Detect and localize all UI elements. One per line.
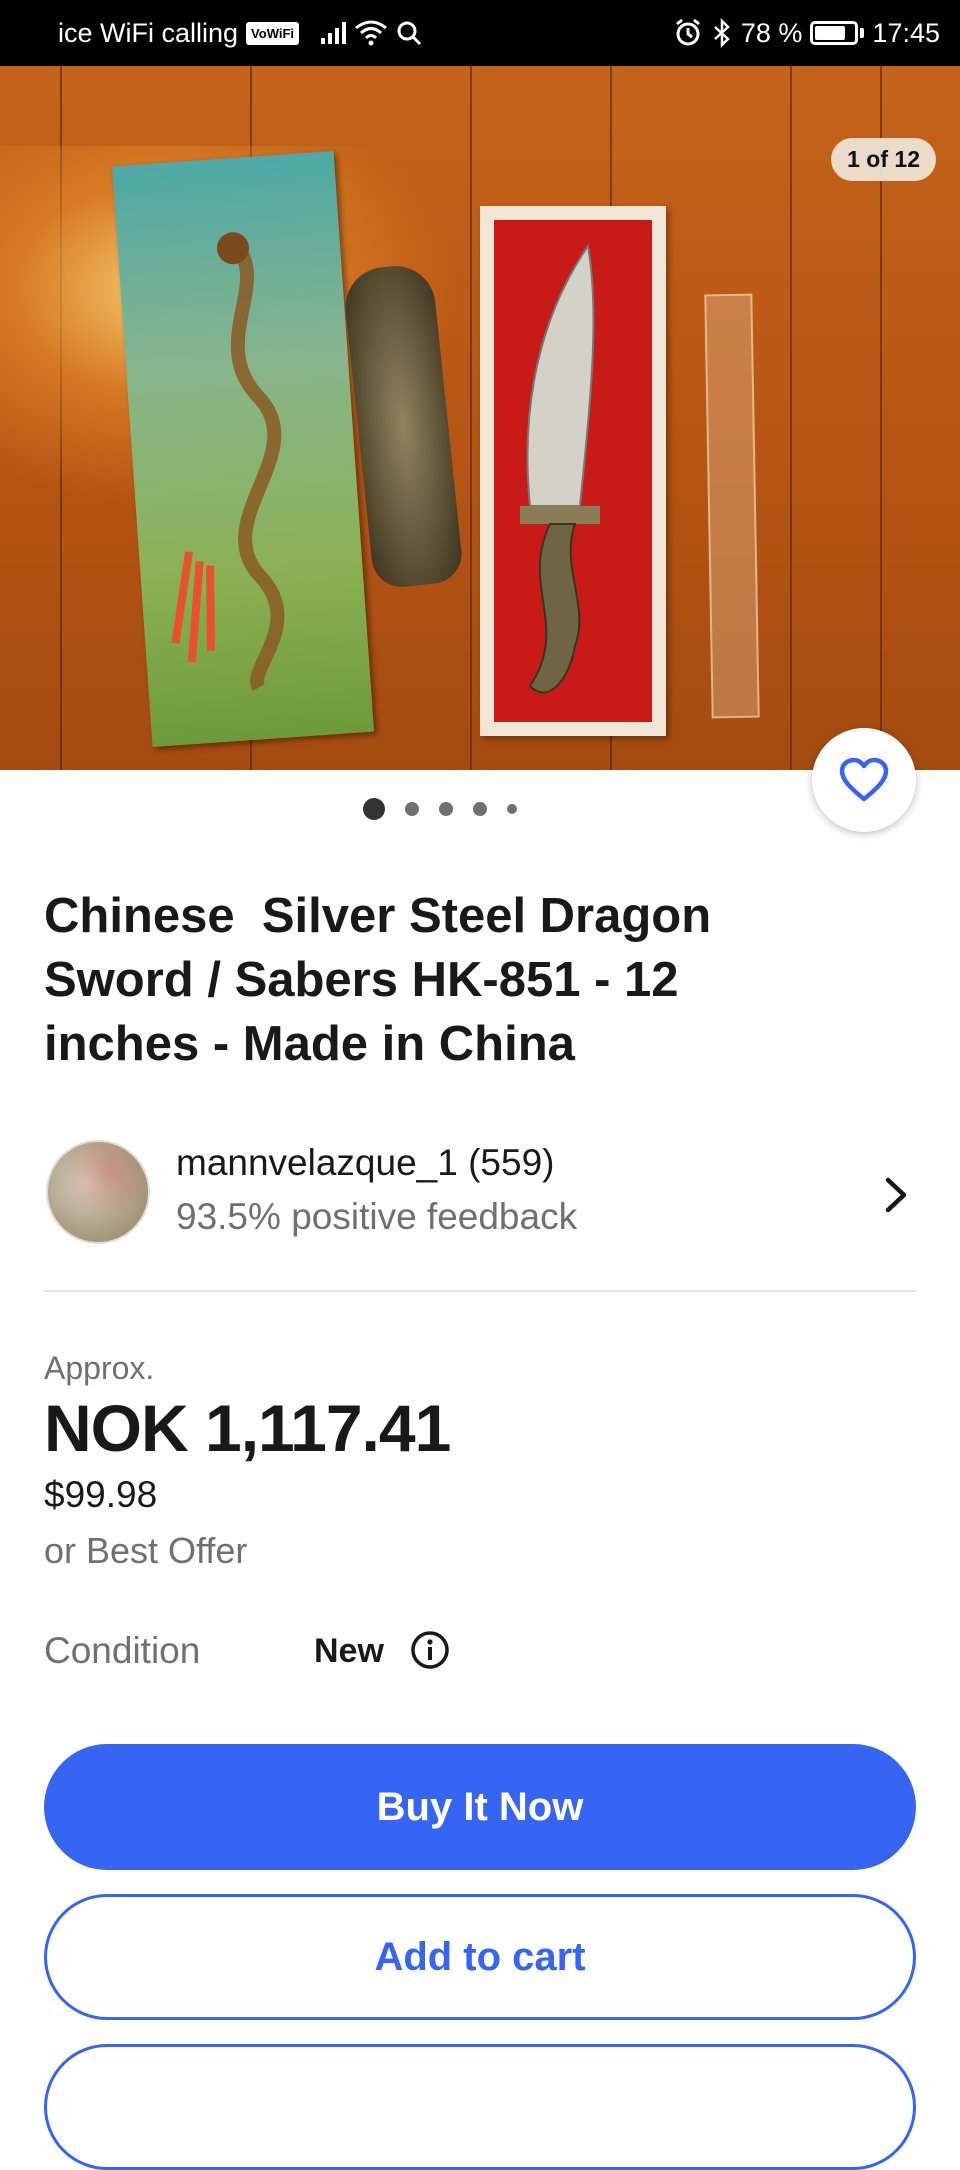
image-counter: 1 of 12 xyxy=(831,138,936,181)
status-bar: ice WiFi calling VoWiFi 78 % 17:45 xyxy=(0,0,960,66)
page-dot[interactable] xyxy=(439,802,453,816)
wifi-icon xyxy=(355,20,387,46)
divider xyxy=(44,1290,916,1292)
seller-avatar xyxy=(46,1140,150,1244)
page-dot[interactable] xyxy=(473,802,487,816)
seller-row[interactable]: mannvelazque_1 (559) 93.5% positive feed… xyxy=(44,1130,916,1260)
battery-icon xyxy=(810,21,865,45)
approx-label: Approx. xyxy=(44,1350,155,1386)
heart-icon xyxy=(839,757,889,802)
seller-feedback: 93.5% positive feedback xyxy=(176,1196,578,1237)
page-dot-active[interactable] xyxy=(363,798,385,820)
product-image[interactable]: 1 of 12 xyxy=(0,66,960,770)
condition-label: Condition xyxy=(44,1630,201,1671)
search-icon xyxy=(397,21,422,46)
info-icon[interactable] xyxy=(410,1630,450,1670)
status-right: 78 % 17:45 xyxy=(673,0,940,66)
secondary-action-button[interactable] xyxy=(44,2044,916,2170)
price-original: $99.98 xyxy=(44,1474,158,1515)
best-offer-label: or Best Offer xyxy=(44,1530,248,1571)
condition-value: New xyxy=(314,1632,384,1670)
knife-box-image xyxy=(480,206,666,736)
add-to-cart-button[interactable]: Add to cart xyxy=(44,1894,916,2020)
buy-it-now-button[interactable]: Buy It Now xyxy=(44,1744,916,1870)
page-dot[interactable] xyxy=(507,804,517,814)
ruler-image xyxy=(704,293,760,719)
chevron-right-icon xyxy=(885,1177,907,1213)
battery-percent: 78 % xyxy=(740,17,803,48)
vowifi-badge: VoWiFi xyxy=(246,21,300,45)
signal-icon xyxy=(321,22,347,44)
image-pagination[interactable] xyxy=(0,798,920,820)
seller-name: mannvelazque_1 (559) xyxy=(176,1142,555,1183)
listing-title: Chinese Silver Steel Dragon Sword / Sabe… xyxy=(44,889,725,1071)
clock: 17:45 xyxy=(872,17,940,48)
price-local: NOK 1,117.41 xyxy=(44,1391,451,1465)
bluetooth-icon xyxy=(714,18,730,48)
alarm-icon xyxy=(675,18,700,46)
dragon-box-image xyxy=(111,150,375,748)
status-left: ice WiFi calling VoWiFi xyxy=(58,0,422,66)
carrier-label: ice WiFi calling xyxy=(58,17,239,48)
page-dot[interactable] xyxy=(405,802,419,816)
